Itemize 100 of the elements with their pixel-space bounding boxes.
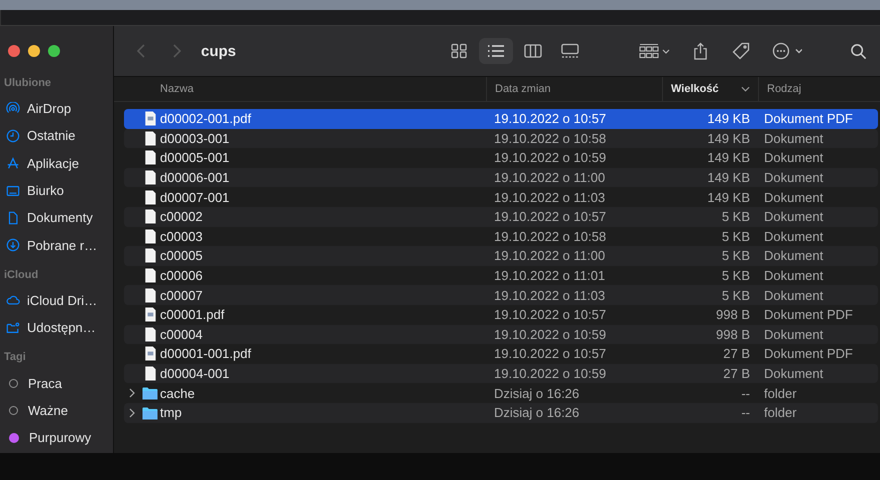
kind-cell-text: Dokument: [763, 190, 824, 205]
sidebar-item[interactable]: Ważne: [0, 396, 113, 424]
size-cell-text: 5 KB: [720, 268, 750, 284]
file-name: d00006-001: [160, 170, 230, 186]
file-row[interactable]: c00007 19.10.2022 o 11:03 5 KB Dokument: [124, 285, 878, 305]
sidebar-item[interactable]: Purpurowy: [0, 424, 113, 452]
file-name: tmp: [160, 405, 183, 420]
sidebar-item[interactable]: Ostatnie: [0, 122, 113, 150]
file-row[interactable]: d00006-001 19.10.2022 o 11:00 149 KB Dokument: [124, 168, 878, 188]
file-icon: [144, 228, 156, 244]
date-cell-text: 19.10.2022 o 11:01: [494, 268, 606, 284]
file-row[interactable]: d00001-001.pdf 19.10.2022 o 10:57 27 B Dokument PDF: [124, 344, 878, 364]
date-cell-text: 19.10.2022 o 10:59: [494, 366, 608, 382]
file-row[interactable]: c00004 19.10.2022 o 10:59 998 B Dokument: [124, 324, 878, 344]
sidebar-item[interactable]: Praca: [0, 369, 113, 397]
size-cell-text: 5 KB: [720, 209, 750, 224]
file-row[interactable]: d00003-001 19.10.2022 o 10:58 149 KB Dokument: [124, 128, 878, 148]
share-icon[interactable]: [693, 42, 708, 60]
column-header[interactable]: Data zmian: [486, 77, 662, 101]
size-cell-text: 149 KB: [706, 170, 750, 186]
folder-icon: [142, 406, 158, 420]
file-name: d00003-001: [160, 130, 230, 146]
size-cell-text: --: [740, 405, 750, 420]
sidebar-item[interactable]: iCloud Dri…: [0, 286, 113, 314]
chevron-down-icon: [741, 86, 750, 92]
size-cell-text: 998 B: [715, 307, 750, 322]
size-cell-text: 149 KB: [706, 130, 750, 146]
zoom-button[interactable]: [48, 45, 60, 57]
document-icon: [6, 210, 20, 225]
file-name: d00005-001: [160, 150, 230, 166]
file-icon: [144, 288, 156, 303]
date-cell-text: 19.10.2022 o 11:03: [494, 190, 606, 205]
sidebar-item[interactable]: Dokumenty: [0, 204, 113, 232]
disclosure-icon[interactable]: [129, 388, 135, 398]
file-icon: [144, 248, 156, 264]
search-icon[interactable]: [850, 42, 868, 60]
file-icon: [144, 366, 156, 382]
group-icon[interactable]: [639, 43, 672, 59]
date-cell-text: 19.10.2022 o 10:58: [494, 228, 608, 244]
date-cell-text: 19.10.2022 o 11:00: [494, 170, 606, 186]
file-icon: [144, 190, 156, 205]
column-header[interactable]: Rodzaj: [758, 77, 880, 101]
size-cell-text: 149 KB: [706, 190, 750, 205]
sidebar-item[interactable]: AirDrop: [0, 95, 113, 122]
column-header[interactable]: Wielkość: [662, 77, 758, 101]
pdf-file-icon: [144, 111, 156, 126]
column-header[interactable]: Nazwa: [114, 77, 486, 101]
airdrop-icon: [6, 102, 20, 116]
sidebar-item[interactable]: Aplikacje: [0, 150, 113, 177]
date-cell-text: 19.10.2022 o 10:58: [494, 130, 608, 146]
cloud-icon: [6, 293, 20, 308]
gallery-icon: [561, 43, 580, 59]
size-cell-text: 998 B: [715, 326, 750, 342]
sidebar-item[interactable]: Udostępn…: [0, 314, 113, 342]
file-row[interactable]: cache Dzisiaj o 16:26 -- folder: [124, 383, 878, 403]
close-button[interactable]: [8, 45, 20, 57]
kind-cell-text: Dokument: [763, 326, 824, 342]
file-icon: [144, 209, 156, 224]
file-row[interactable]: d00007-001 19.10.2022 o 11:03 149 KB Dokument: [124, 187, 878, 207]
size-cell-text: 5 KB: [720, 288, 750, 303]
date-cell-text: Dzisiaj o 16:26: [494, 386, 580, 401]
sidebar-section-title: Tagi: [3, 350, 27, 366]
file-row[interactable]: tmp Dzisiaj o 16:26 -- folder: [124, 402, 878, 422]
file-row[interactable]: c00005 19.10.2022 o 11:00 5 KB Dokument: [124, 246, 878, 266]
sidebar-item[interactable]: Pobrane r…: [0, 231, 113, 259]
file-row[interactable]: c00006 19.10.2022 o 11:01 5 KB Dokument: [124, 266, 878, 286]
file-row[interactable]: c00003 19.10.2022 o 10:58 5 KB Dokument: [124, 226, 878, 246]
file-name: c00003: [160, 228, 204, 244]
file-name: c00001.pdf: [160, 307, 226, 322]
file-icon: [144, 170, 156, 186]
kind-cell-text: folder: [763, 386, 798, 401]
kind-cell-text: Dokument: [763, 288, 824, 303]
kind-cell-text: folder: [763, 405, 798, 420]
list-view-button[interactable]: [479, 38, 514, 64]
file-row[interactable]: d00004-001 19.10.2022 o 10:59 27 B Dokument: [124, 364, 878, 384]
tag-dot: [9, 406, 18, 415]
file-row[interactable]: d00002-001.pdf 19.10.2022 o 10:57 149 KB Dokument PDF: [124, 109, 878, 129]
sidebar-section-title: iCloud: [3, 268, 40, 283]
size-cell-text: 5 KB: [720, 248, 750, 264]
grid-icon: [450, 43, 468, 59]
file-icon: [144, 130, 156, 146]
tag-icon[interactable]: [732, 42, 750, 60]
kind-cell-text: Dokument: [763, 248, 824, 264]
kind-cell-text: Dokument: [763, 209, 824, 224]
file-name: d00002-001.pdf: [160, 111, 252, 126]
sidebar-section-title: Ulubione: [3, 76, 52, 91]
minimize-button[interactable]: [28, 45, 40, 57]
file-row[interactable]: d00005-001 19.10.2022 o 10:59 149 KB Dokument: [124, 148, 878, 168]
kind-cell-text: Dokument PDF: [763, 346, 854, 362]
more-icon[interactable]: [772, 42, 802, 60]
pdf-file-icon: [144, 346, 156, 362]
disclosure-icon[interactable]: [129, 408, 135, 418]
file-name: c00004: [160, 326, 204, 342]
window-title: cups: [201, 42, 236, 60]
file-row[interactable]: c00002 19.10.2022 o 10:57 5 KB Dokument: [124, 206, 878, 227]
file-icon: [144, 268, 156, 284]
size-cell-text: --: [740, 386, 750, 401]
file-name: d00004-001: [160, 366, 230, 382]
file-row[interactable]: c00001.pdf 19.10.2022 o 10:57 998 B Dokument PDF: [124, 304, 878, 325]
sidebar-item[interactable]: Biurko: [0, 176, 113, 204]
